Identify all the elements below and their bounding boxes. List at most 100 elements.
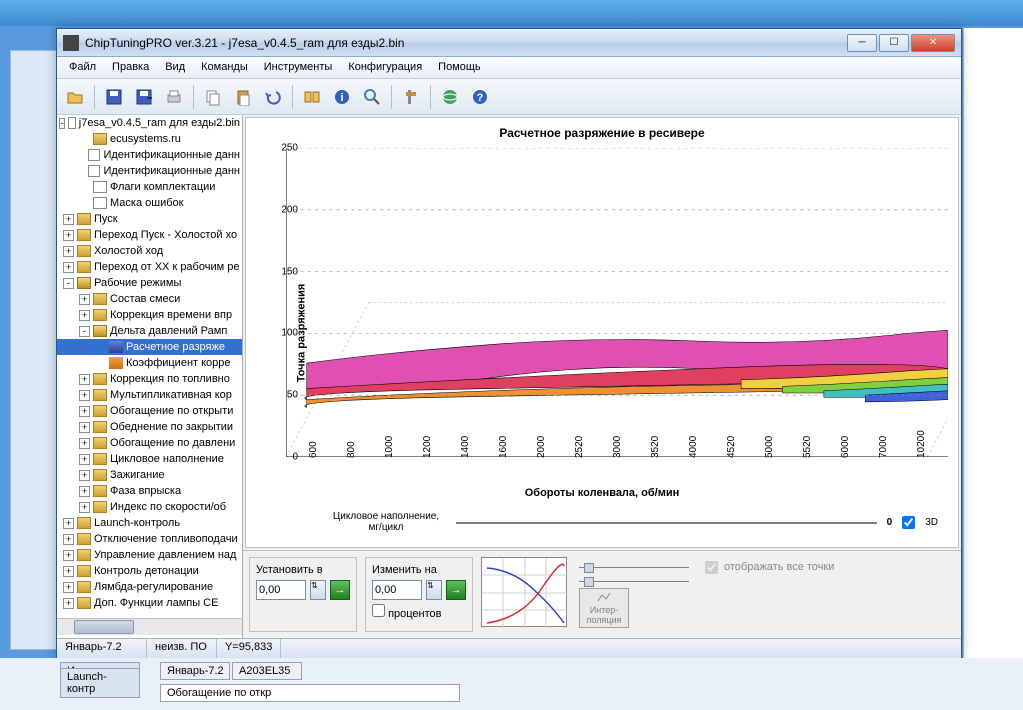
menu-view[interactable]: Вид: [157, 57, 193, 78]
expand-icon[interactable]: -: [59, 118, 65, 129]
3d-checkbox[interactable]: [902, 516, 915, 529]
expand-icon[interactable]: +: [63, 518, 74, 529]
tree-item[interactable]: +Индекс по скорости/об: [57, 499, 242, 515]
expand-icon[interactable]: +: [79, 374, 90, 385]
tree-root[interactable]: - j7esa_v0.4.5_ram для езды2.bin: [57, 115, 242, 131]
expand-icon[interactable]: +: [63, 214, 74, 225]
paste-icon[interactable]: [229, 83, 257, 111]
tree-item[interactable]: +Доп. Функции лампы CE: [57, 595, 242, 611]
expand-icon[interactable]: +: [79, 486, 90, 497]
set-apply-button[interactable]: →: [330, 580, 350, 600]
expand-icon[interactable]: +: [79, 390, 90, 401]
chart-area[interactable]: Расчетное разряжение в ресивере Точка ра…: [245, 117, 959, 548]
tree-item[interactable]: +Обогащение по давлени: [57, 435, 242, 451]
tree-item[interactable]: +Коррекция времени впр: [57, 307, 242, 323]
z-slider[interactable]: [456, 512, 877, 532]
menu-commands[interactable]: Команды: [193, 57, 256, 78]
expand-icon[interactable]: -: [63, 278, 74, 289]
folder-icon: [77, 565, 91, 577]
tree-item[interactable]: +Фаза впрыска: [57, 483, 242, 499]
copy-icon[interactable]: [199, 83, 227, 111]
tree-item[interactable]: +Обеднение по закрытии: [57, 419, 242, 435]
tree-item[interactable]: +Управление давлением над: [57, 547, 242, 563]
menu-help[interactable]: Помощь: [430, 57, 489, 78]
tree-hscrollbar[interactable]: [57, 618, 242, 635]
tree-item[interactable]: +Холостой ход: [57, 243, 242, 259]
tree-item[interactable]: +Отключение топливоподачи: [57, 531, 242, 547]
menu-edit[interactable]: Правка: [104, 57, 157, 78]
tree-item[interactable]: +Лямбда-регулирование: [57, 579, 242, 595]
close-button[interactable]: ✕: [911, 34, 955, 52]
expand-icon[interactable]: +: [63, 566, 74, 577]
mini-slider-2[interactable]: [579, 575, 689, 581]
menu-file[interactable]: Файл: [61, 57, 104, 78]
change-spinner[interactable]: ⇅: [426, 580, 442, 600]
tree-item[interactable]: Коэффициент корре: [57, 355, 242, 371]
menu-config[interactable]: Конфигурация: [340, 57, 430, 78]
expand-icon[interactable]: +: [63, 550, 74, 561]
interpolation-button[interactable]: Интер-поляция: [579, 588, 629, 628]
help-icon[interactable]: ?: [466, 83, 494, 111]
expand-icon[interactable]: +: [79, 502, 90, 513]
globe-icon[interactable]: [436, 83, 464, 111]
tree-item[interactable]: +Зажигание: [57, 467, 242, 483]
tree-item[interactable]: -Дельта давлений Рамп: [57, 323, 242, 339]
settings-icon[interactable]: [397, 83, 425, 111]
tree-label: Обогащение по открыти: [110, 405, 233, 417]
expand-icon[interactable]: +: [79, 406, 90, 417]
expand-icon[interactable]: +: [63, 230, 74, 241]
set-spinner[interactable]: ⇅: [310, 580, 326, 600]
expand-icon[interactable]: +: [63, 246, 74, 257]
tree-item[interactable]: Маска ошибок: [57, 195, 242, 211]
tree-label: Состав смеси: [110, 293, 180, 305]
set-input[interactable]: [256, 580, 306, 600]
tree-item[interactable]: Флаги комплектации: [57, 179, 242, 195]
info-icon[interactable]: i: [328, 83, 356, 111]
tree-item[interactable]: + Коррекция по топливно: [57, 371, 242, 387]
tree-item[interactable]: Идентификационные данн: [57, 147, 242, 163]
tree-item[interactable]: Расчетное разряже: [57, 339, 242, 355]
tree-item[interactable]: +Цикловое наполнение: [57, 451, 242, 467]
print-icon[interactable]: [160, 83, 188, 111]
save-icon[interactable]: [100, 83, 128, 111]
search-icon[interactable]: [358, 83, 386, 111]
tree-item[interactable]: +Контроль детонации: [57, 563, 242, 579]
expand-icon[interactable]: +: [63, 262, 74, 273]
change-input[interactable]: [372, 580, 422, 600]
tree-item[interactable]: Идентификационные данн: [57, 163, 242, 179]
mini-slider-1[interactable]: [579, 561, 689, 567]
expand-icon[interactable]: +: [63, 598, 74, 609]
x-tick: 6000: [840, 436, 851, 458]
change-apply-button[interactable]: →: [446, 580, 466, 600]
maximize-button[interactable]: ☐: [879, 34, 909, 52]
expand-icon[interactable]: -: [79, 326, 90, 337]
compare-icon[interactable]: [298, 83, 326, 111]
expand-icon[interactable]: +: [79, 470, 90, 481]
save-as-icon[interactable]: [130, 83, 158, 111]
expand-icon[interactable]: +: [79, 294, 90, 305]
percent-checkbox[interactable]: [372, 604, 385, 617]
menu-tools[interactable]: Инструменты: [256, 57, 341, 78]
titlebar[interactable]: ChipTuningPRO ver.3.21 - j7esa_v0.4.5_ra…: [57, 29, 961, 57]
undo-icon[interactable]: [259, 83, 287, 111]
x-tick: 5000: [764, 436, 775, 458]
tree-item[interactable]: + Состав смеси: [57, 291, 242, 307]
tree-item[interactable]: + Обогащение по открыти: [57, 403, 242, 419]
tree-label: Коррекция по топливно: [110, 373, 230, 385]
tree-item[interactable]: +Переход от ХХ к рабочим ре: [57, 259, 242, 275]
expand-icon[interactable]: +: [79, 422, 90, 433]
expand-icon[interactable]: +: [79, 310, 90, 321]
minimize-button[interactable]: ─: [847, 34, 877, 52]
expand-icon[interactable]: +: [63, 534, 74, 545]
tree-item[interactable]: +Launch-контроль: [57, 515, 242, 531]
tree-item[interactable]: +Пуск: [57, 211, 242, 227]
expand-icon[interactable]: +: [63, 582, 74, 593]
tree-item[interactable]: -Рабочие режимы: [57, 275, 242, 291]
expand-icon[interactable]: +: [79, 438, 90, 449]
tree-scroll[interactable]: - j7esa_v0.4.5_ram для езды2.bin ecusyst…: [57, 115, 242, 618]
expand-icon[interactable]: +: [79, 454, 90, 465]
tree-item[interactable]: +Мультипликативная кор: [57, 387, 242, 403]
tree-item[interactable]: +Переход Пуск - Холостой хо: [57, 227, 242, 243]
open-icon[interactable]: [61, 83, 89, 111]
tree-item[interactable]: ecusystems.ru: [57, 131, 242, 147]
